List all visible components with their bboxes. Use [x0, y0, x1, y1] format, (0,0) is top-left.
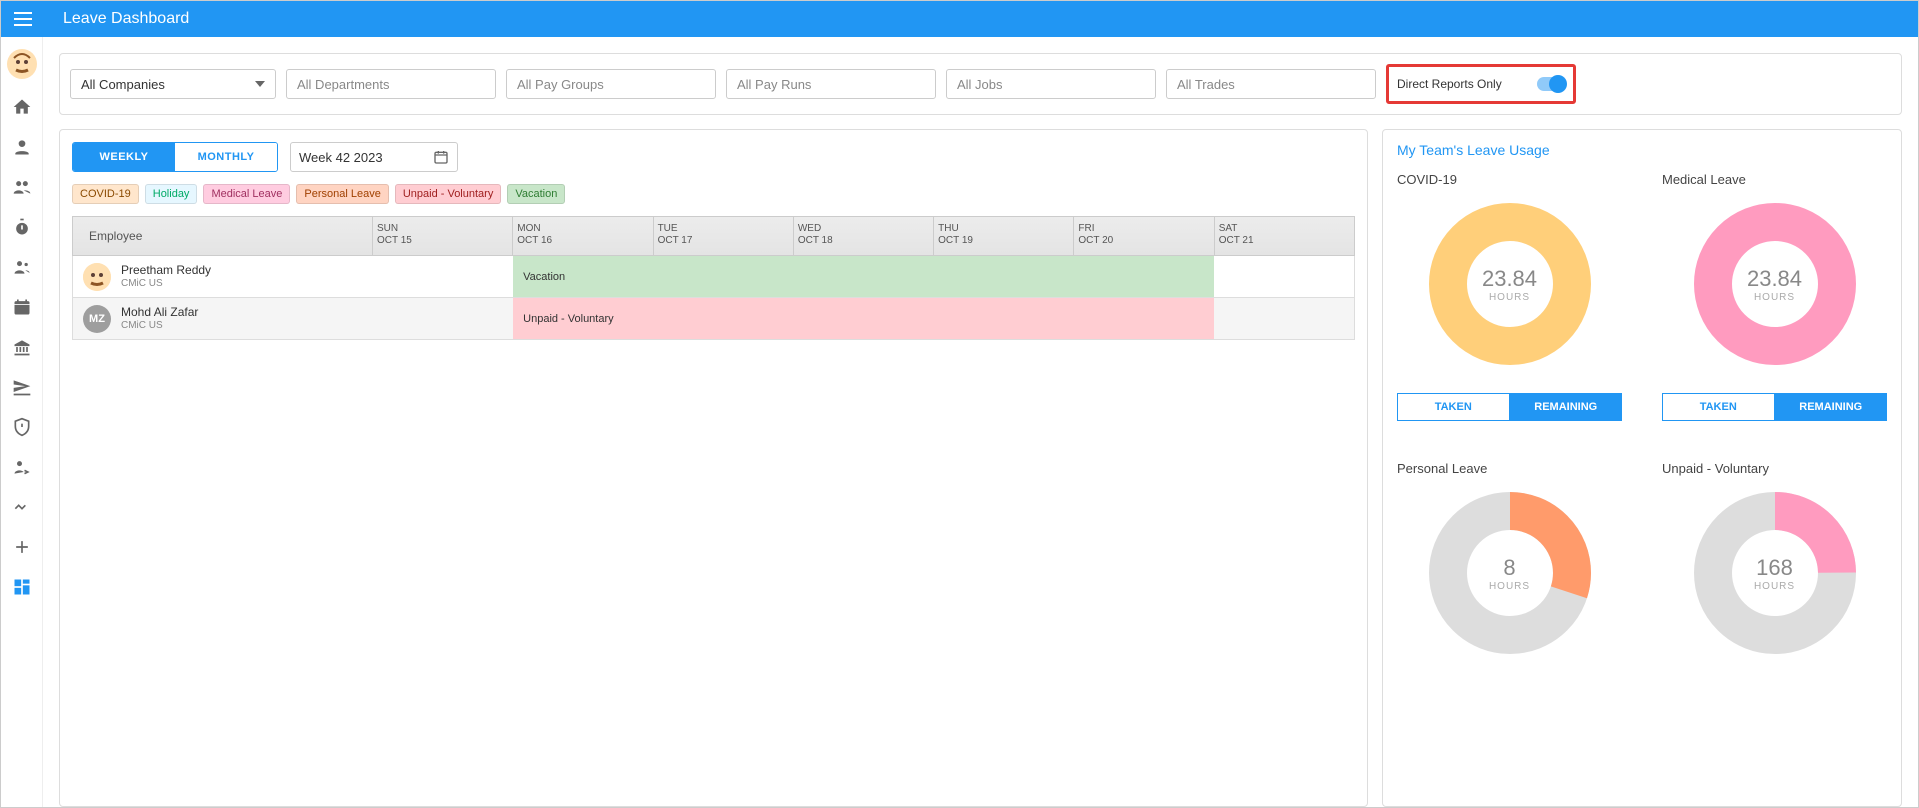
leave-bar-unpaid[interactable]: Unpaid - Voluntary	[513, 298, 1214, 339]
taken-remaining-segment: TAKEN REMAINING	[1662, 393, 1887, 421]
usage-title: My Team's Leave Usage	[1397, 142, 1887, 158]
plane-icon[interactable]	[10, 375, 34, 399]
donut-label: HOURS	[1489, 292, 1530, 303]
day-header: SATOCT 21	[1215, 217, 1354, 255]
users-icon[interactable]	[10, 255, 34, 279]
leave-bar-label: Vacation	[523, 271, 565, 283]
donut-label: HOURS	[1754, 581, 1795, 592]
calendar-picker-icon	[433, 149, 449, 165]
calendar-header: Employee SUNOCT 15 MONOCT 16 TUEOCT 17 W…	[72, 216, 1355, 256]
donut-value: 23.84	[1747, 266, 1802, 292]
trades-input[interactable]: All Trades	[1166, 69, 1376, 99]
donut-chart: 23.84HOURS	[1425, 199, 1595, 369]
monthly-button[interactable]: MONTHLY	[175, 143, 277, 171]
employee-name: Preetham Reddy	[121, 264, 211, 277]
filter-bar: All Companies All Departments All Pay Gr…	[59, 53, 1902, 115]
taken-remaining-segment: TAKEN REMAINING	[1397, 393, 1622, 421]
calendar-icon[interactable]	[10, 295, 34, 319]
payruns-placeholder: All Pay Runs	[737, 77, 811, 92]
legend-medical: Medical Leave	[203, 184, 290, 204]
direct-reports-highlight: Direct Reports Only	[1386, 64, 1576, 104]
remaining-button[interactable]: REMAINING	[1510, 393, 1623, 421]
day-header: TUEOCT 17	[654, 217, 794, 255]
usage-block-title: Medical Leave	[1662, 172, 1887, 187]
employee-avatar: MZ	[83, 305, 111, 333]
side-nav	[1, 37, 43, 807]
company-select[interactable]: All Companies	[70, 69, 276, 99]
main-content: All Companies All Departments All Pay Gr…	[43, 37, 1918, 807]
company-label: All Companies	[81, 77, 165, 92]
legend-unpaid: Unpaid - Voluntary	[395, 184, 502, 204]
week-picker[interactable]: Week 42 2023	[290, 142, 458, 172]
legend-vacation: Vacation	[507, 184, 565, 204]
remaining-button[interactable]: REMAINING	[1775, 393, 1888, 421]
direct-reports-toggle[interactable]	[1537, 77, 1565, 91]
page-title: Leave Dashboard	[63, 10, 189, 28]
jobs-input[interactable]: All Jobs	[946, 69, 1156, 99]
departments-placeholder: All Departments	[297, 77, 389, 92]
donut-value: 23.84	[1482, 266, 1537, 292]
legend-covid: COVID-19	[72, 184, 139, 204]
table-row[interactable]: Preetham Reddy CMiC US Vacation	[72, 256, 1355, 298]
usage-block-title: COVID-19	[1397, 172, 1622, 187]
top-bar: Leave Dashboard	[1, 1, 1918, 37]
payruns-input[interactable]: All Pay Runs	[726, 69, 936, 99]
team-icon[interactable]	[10, 175, 34, 199]
taken-button[interactable]: TAKEN	[1397, 393, 1510, 421]
week-label: Week 42 2023	[299, 150, 383, 165]
direct-reports-label: Direct Reports Only	[1397, 77, 1502, 91]
jobs-placeholder: All Jobs	[957, 77, 1003, 92]
paygroups-placeholder: All Pay Groups	[517, 77, 604, 92]
donut-chart: 168HOURS	[1690, 488, 1860, 658]
user-arrow-icon[interactable]	[10, 455, 34, 479]
donut-value: 168	[1756, 555, 1793, 581]
shield-icon[interactable]	[10, 415, 34, 439]
dashboard-icon[interactable]	[10, 575, 34, 599]
departments-input[interactable]: All Departments	[286, 69, 496, 99]
day-header: WEDOCT 18	[794, 217, 934, 255]
paygroups-input[interactable]: All Pay Groups	[506, 69, 716, 99]
employee-avatar	[83, 263, 111, 291]
table-row[interactable]: MZ Mohd Ali Zafar CMiC US Unpaid - Volun…	[72, 298, 1355, 340]
calendar-card: WEEKLY MONTHLY Week 42 2023 COVID-19 Hol…	[59, 129, 1368, 807]
usage-block-title: Personal Leave	[1397, 461, 1622, 476]
legend-row: COVID-19 Holiday Medical Leave Personal …	[72, 184, 1355, 204]
legend-holiday: Holiday	[145, 184, 198, 204]
donut-chart: 8HOURS	[1425, 488, 1595, 658]
donut-label: HOURS	[1754, 292, 1795, 303]
usage-block-medical: Medical Leave 23.84HOURS TAKEN REMAINING	[1662, 172, 1887, 421]
leave-bar-label: Unpaid - Voluntary	[523, 313, 614, 325]
usage-block-title: Unpaid - Voluntary	[1662, 461, 1887, 476]
period-segment: WEEKLY MONTHLY	[72, 142, 278, 172]
donut-value: 8	[1503, 555, 1515, 581]
profile-icon[interactable]	[10, 135, 34, 159]
usage-block-covid: COVID-19 23.84HOURS TAKEN REMAINING	[1397, 172, 1622, 421]
home-icon[interactable]	[10, 95, 34, 119]
hamburger-icon[interactable]	[11, 7, 35, 31]
trades-placeholder: All Trades	[1177, 77, 1235, 92]
usage-block-personal: Personal Leave 8HOURS	[1397, 461, 1622, 658]
legend-personal: Personal Leave	[296, 184, 388, 204]
donut-label: HOURS	[1489, 581, 1530, 592]
usage-block-unpaid: Unpaid - Voluntary 168HOURS	[1662, 461, 1887, 658]
day-header: THUOCT 19	[934, 217, 1074, 255]
employee-name: Mohd Ali Zafar	[121, 306, 198, 319]
leave-bar-vacation[interactable]: Vacation	[513, 256, 1214, 297]
employee-sub: CMiC US	[121, 278, 211, 289]
day-header: SUNOCT 15	[373, 217, 513, 255]
user-avatar-icon[interactable]	[7, 49, 37, 79]
taken-button[interactable]: TAKEN	[1662, 393, 1775, 421]
employee-sub: CMiC US	[121, 320, 198, 331]
bank-icon[interactable]	[10, 335, 34, 359]
handoff-icon[interactable]	[10, 495, 34, 519]
day-header: FRIOCT 20	[1074, 217, 1214, 255]
day-header: MONOCT 16	[513, 217, 653, 255]
donut-chart: 23.84HOURS	[1690, 199, 1860, 369]
timer-icon[interactable]	[10, 215, 34, 239]
usage-card: My Team's Leave Usage COVID-19 23.84HOUR…	[1382, 129, 1902, 807]
chevron-down-icon	[255, 81, 265, 87]
add-icon[interactable]	[10, 535, 34, 559]
weekly-button[interactable]: WEEKLY	[73, 143, 175, 171]
employee-column-header: Employee	[73, 217, 373, 255]
